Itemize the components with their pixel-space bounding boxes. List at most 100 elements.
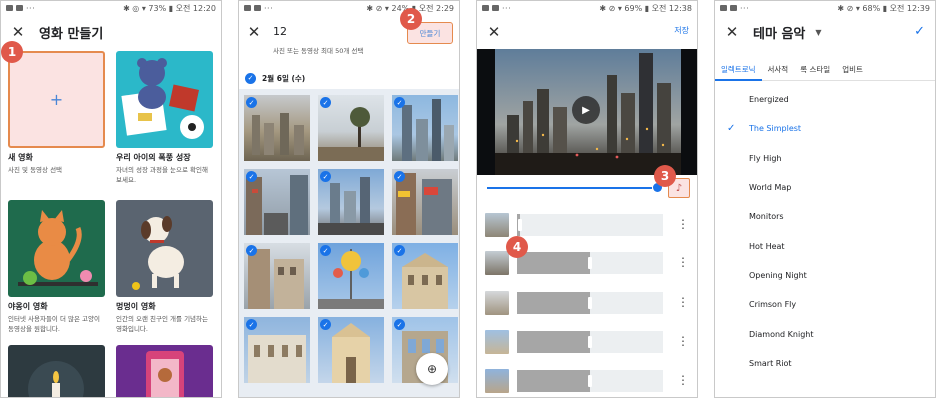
checkmark-icon[interactable]: ✓ <box>320 319 331 330</box>
checkmark-icon[interactable]: ✓ <box>394 319 405 330</box>
clip-row[interactable]: ⋮ <box>485 330 693 354</box>
photo-tile[interactable]: ✓ <box>244 243 310 309</box>
status-bar: ··· ✱ ⊘ ▾ 68% ▮ 오전 12:39 <box>715 1 935 15</box>
clip-duration-bar[interactable] <box>517 331 592 353</box>
tab-electronic[interactable]: 일렉트로닉 <box>715 59 762 81</box>
card-dog-movie[interactable]: 멍멍이 영화 인간의 오랜 친구인 개를 기념하는 영화입니다. <box>116 200 213 334</box>
dog-illustration <box>116 200 213 297</box>
step-marker-1: 1 <box>1 41 23 63</box>
notification-icon <box>254 5 261 11</box>
clip-trim-handle[interactable] <box>588 336 592 348</box>
photo-tile[interactable]: ✓ <box>318 243 384 309</box>
genre-tabs: 일렉트로닉 서사적 록 스타일 업비트 <box>715 59 935 81</box>
card-title: 멍멍이 영화 <box>116 302 156 311</box>
clip-duration-track[interactable] <box>517 252 663 274</box>
track-item[interactable]: Diamond Knight <box>715 319 935 348</box>
photo-tile[interactable]: ✓ <box>244 169 310 235</box>
more-options-icon[interactable]: ⋮ <box>677 334 689 348</box>
clip-row[interactable]: ⋮ <box>485 213 693 237</box>
clip-trim-handle[interactable] <box>588 375 592 387</box>
card-new-movie[interactable]: + 새 영화 사진 및 동영상 선택 <box>8 51 105 175</box>
track-item[interactable]: Hot Heat <box>715 231 935 260</box>
clip-duration-track[interactable] <box>517 331 663 353</box>
photo-tile[interactable]: ✓ <box>392 243 458 309</box>
clip-duration-track[interactable] <box>517 214 663 236</box>
checkmark-icon[interactable]: ✓ <box>394 245 405 256</box>
close-icon[interactable]: ✕ <box>723 23 741 41</box>
confirm-check-icon[interactable]: ✓ <box>914 24 925 39</box>
tab-epic[interactable]: 서사적 <box>762 59 795 80</box>
close-icon[interactable]: ✕ <box>9 23 27 41</box>
page-title[interactable]: 테마 음악 <box>753 23 805 42</box>
clip-duration-bar[interactable] <box>517 370 592 392</box>
video-preview[interactable]: ▶ <box>477 49 697 175</box>
track-label: Hot Heat <box>749 241 785 251</box>
selection-hint: 사진 또는 동영상 최대 50개 선택 <box>273 47 364 55</box>
checkmark-icon[interactable]: ✓ <box>246 245 257 256</box>
track-item[interactable]: Monitors <box>715 202 935 231</box>
clip-duration-track[interactable] <box>517 370 663 392</box>
more-options-icon[interactable]: ⋮ <box>677 373 689 387</box>
photo-tile[interactable]: ✓ <box>318 317 384 383</box>
checkmark-icon[interactable]: ✓ <box>320 245 331 256</box>
notification-icon <box>720 5 727 11</box>
clip-row[interactable]: ⋮ <box>485 369 693 393</box>
panel-make-movie: ··· ✱ ◎ ▾ 73% ▮ 오전 12:20 ✕ 영화 만들기 + 새 영화… <box>0 0 222 398</box>
checkmark-icon[interactable]: ✓ <box>246 319 257 330</box>
battery-level: 68% <box>862 3 881 13</box>
tab-rock[interactable]: 록 스타일 <box>794 59 836 80</box>
dropdown-arrow-icon[interactable]: ▼ <box>815 28 821 37</box>
checkmark-icon[interactable]: ✓ <box>320 171 331 182</box>
photo-tile[interactable]: ✓ <box>392 95 458 161</box>
track-item[interactable]: World Map <box>715 173 935 202</box>
card-growth[interactable]: 우리 아이의 폭풍 성장 자녀의 성장 과정을 눈으로 확인해 보세요. <box>116 51 213 185</box>
track-item[interactable]: Crimson Fly <box>715 290 935 319</box>
checkmark-icon[interactable]: ✓ <box>320 97 331 108</box>
zoom-button[interactable]: ⊕ <box>416 353 448 385</box>
new-movie-thumb[interactable]: + <box>8 51 105 148</box>
card-phone-movie[interactable] <box>116 345 213 397</box>
more-options-icon[interactable]: ⋮ <box>677 255 689 269</box>
date-group-header[interactable]: ✓ 2월 6일 (수) <box>239 67 459 89</box>
clip-duration-bar[interactable] <box>517 252 592 274</box>
app-bar: ✕ 영화 만들기 <box>1 15 221 49</box>
clip-trim-handle[interactable] <box>517 219 522 231</box>
track-item[interactable]: Energized <box>715 85 935 114</box>
track-label: Crimson Fly <box>749 300 797 310</box>
clip-thumbnail <box>485 369 509 393</box>
clip-trim-handle[interactable] <box>588 297 592 309</box>
close-icon[interactable]: ✕ <box>485 23 503 41</box>
checkmark-icon[interactable]: ✓ <box>394 97 405 108</box>
clip-duration-bar[interactable] <box>517 214 522 236</box>
cat-illustration <box>8 200 105 297</box>
photo-tile[interactable]: ✓ <box>318 95 384 161</box>
track-item[interactable]: Fly High <box>715 144 935 173</box>
checkmark-icon[interactable]: ✓ <box>394 171 405 182</box>
play-icon[interactable]: ▶ <box>572 96 600 124</box>
phone-illustration <box>116 345 213 397</box>
smartphone-icon <box>146 351 184 397</box>
clip-trim-handle[interactable] <box>588 257 592 269</box>
clip-duration-bar[interactable] <box>517 292 592 314</box>
checkmark-icon[interactable]: ✓ <box>246 171 257 182</box>
clip-duration-track[interactable] <box>517 292 663 314</box>
photo-tile[interactable]: ✓ <box>318 169 384 235</box>
photo-tile[interactable]: ✓ <box>244 95 310 161</box>
more-options-icon[interactable]: ⋮ <box>677 295 689 309</box>
playback-progress-bar[interactable] <box>487 187 652 189</box>
track-item[interactable]: Opening Night <box>715 261 935 290</box>
photo-tile[interactable]: ✓ <box>392 169 458 235</box>
date-label: 2월 6일 (수) <box>262 73 306 83</box>
checkmark-icon[interactable]: ✓ <box>245 72 256 84</box>
photo-tile[interactable]: ✓ <box>244 317 310 383</box>
track-item[interactable]: Smart Riot <box>715 349 935 378</box>
tab-upbeat[interactable]: 업비트 <box>836 59 869 80</box>
track-item[interactable]: ✓ The Simplest <box>715 114 935 143</box>
close-icon[interactable]: ✕ <box>245 23 263 41</box>
card-cat-movie[interactable]: 야옹이 영화 인터넷 사용자들이 더 많은 고양이 동영상을 원합니다. <box>8 200 105 334</box>
clip-row[interactable]: ⋮ <box>485 291 693 315</box>
more-options-icon[interactable]: ⋮ <box>677 217 689 231</box>
checkmark-icon[interactable]: ✓ <box>246 97 257 108</box>
card-candle-movie[interactable] <box>8 345 105 397</box>
save-button[interactable]: 저장 <box>674 25 689 36</box>
